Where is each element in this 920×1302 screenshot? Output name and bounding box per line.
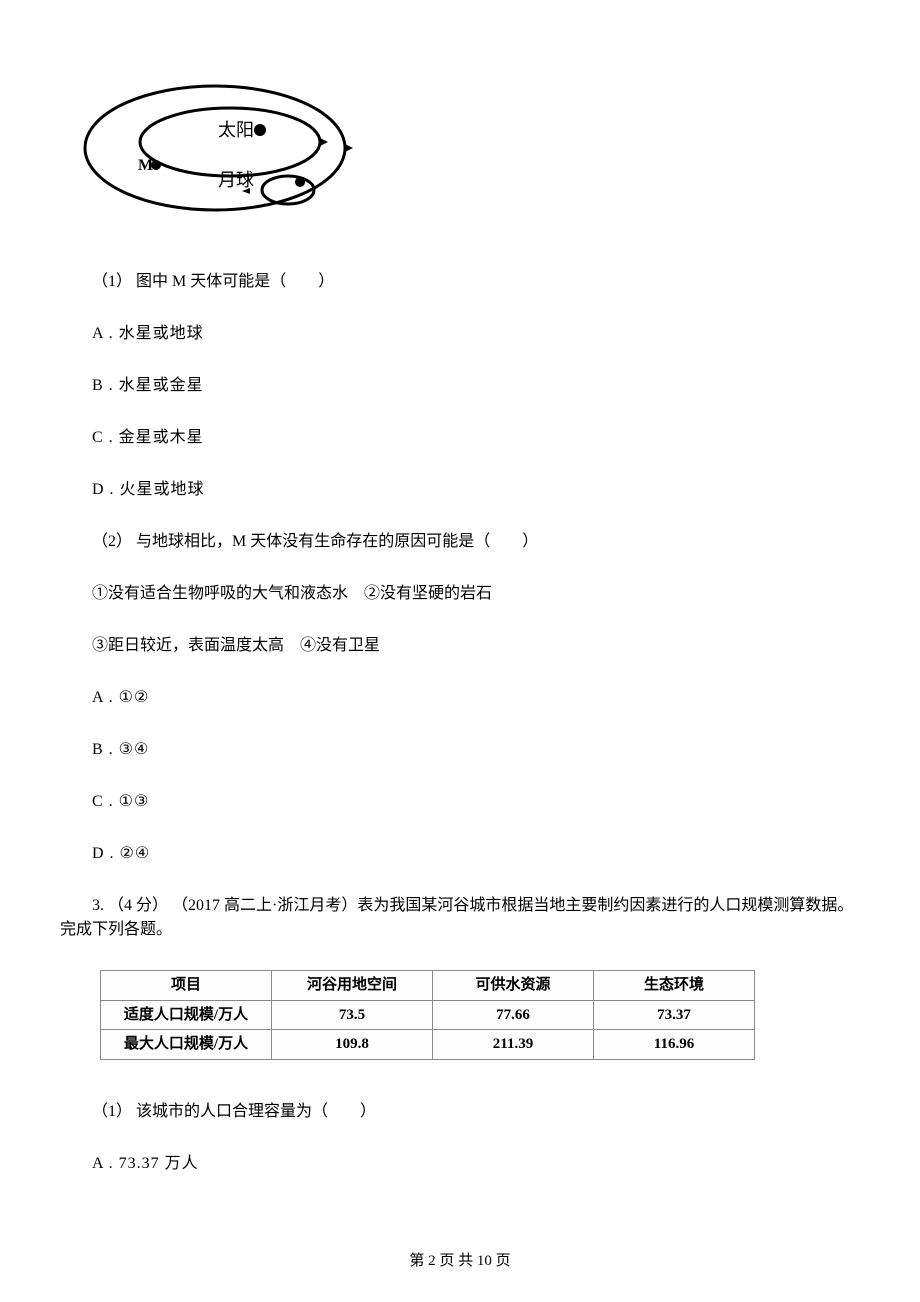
row2-v3: 116.96 (594, 1030, 755, 1060)
q2-sub2-conditions-1: ①没有适合生物呼吸的大气和液态水 ②没有坚硬的岩石 (60, 582, 860, 606)
sun-label: 太阳 (218, 120, 254, 140)
moon-label: 月球 (218, 170, 254, 190)
m-label: M (138, 157, 153, 174)
page: 太阳 M 月球 （1） 图中 M 天体可能是（ ） A . 水星或地球 B . … (0, 0, 920, 1302)
q3-lead: 3. （4 分） （2017 高二上·浙江月考）表为我国某河谷城市根据当地主要制… (60, 894, 860, 942)
th-item: 项目 (101, 971, 272, 1001)
row1-v1: 73.5 (272, 1000, 433, 1030)
row2-label: 最大人口规模/万人 (101, 1030, 272, 1060)
q2-sub1-option-a: A . 水星或地球 (60, 322, 860, 346)
q2-sub1-option-b: B . 水星或金星 (60, 374, 860, 398)
q2-sub2-option-d: D . ②④ (60, 842, 860, 866)
q3-sub1-option-a: A . 73.37 万人 (60, 1152, 860, 1176)
row2-v2: 211.39 (433, 1030, 594, 1060)
orbit-svg: 太阳 M 月球 (70, 70, 360, 230)
table-row: 适度人口规模/万人 73.5 77.66 73.37 (101, 1000, 755, 1030)
row2-v1: 109.8 (272, 1030, 433, 1060)
row1-v3: 73.37 (594, 1000, 755, 1030)
table-header-row: 项目 河谷用地空间 可供水资源 生态环境 (101, 971, 755, 1001)
q2-sub2-option-c: C . ①③ (60, 790, 860, 814)
th-water: 可供水资源 (433, 971, 594, 1001)
q2-sub2-option-b: B . ③④ (60, 738, 860, 762)
population-table: 项目 河谷用地空间 可供水资源 生态环境 适度人口规模/万人 73.5 77.6… (100, 970, 860, 1060)
q2-sub2-conditions-2: ③距日较近，表面温度太高 ④没有卫星 (60, 634, 860, 658)
data-table: 项目 河谷用地空间 可供水资源 生态环境 适度人口规模/万人 73.5 77.6… (100, 970, 755, 1060)
page-footer: 第 2 页 共 10 页 (60, 1250, 860, 1273)
th-eco: 生态环境 (594, 971, 755, 1001)
q2-sub2-option-a: A . ①② (60, 686, 860, 710)
th-land: 河谷用地空间 (272, 971, 433, 1001)
table-row: 最大人口规模/万人 109.8 211.39 116.96 (101, 1030, 755, 1060)
row1-v2: 77.66 (433, 1000, 594, 1030)
q2-sub2-prompt: （2） 与地球相比，M 天体没有生命存在的原因可能是（ ） (60, 530, 860, 554)
row1-label: 适度人口规模/万人 (101, 1000, 272, 1030)
orbit-diagram: 太阳 M 月球 (70, 70, 860, 230)
q2-sub1-option-c: C . 金星或木星 (60, 426, 860, 450)
q3-sub1-prompt: （1） 该城市的人口合理容量为（ ） (60, 1100, 860, 1124)
q2-sub1-option-d: D . 火星或地球 (60, 478, 860, 502)
q2-sub1-prompt: （1） 图中 M 天体可能是（ ） (60, 270, 860, 294)
